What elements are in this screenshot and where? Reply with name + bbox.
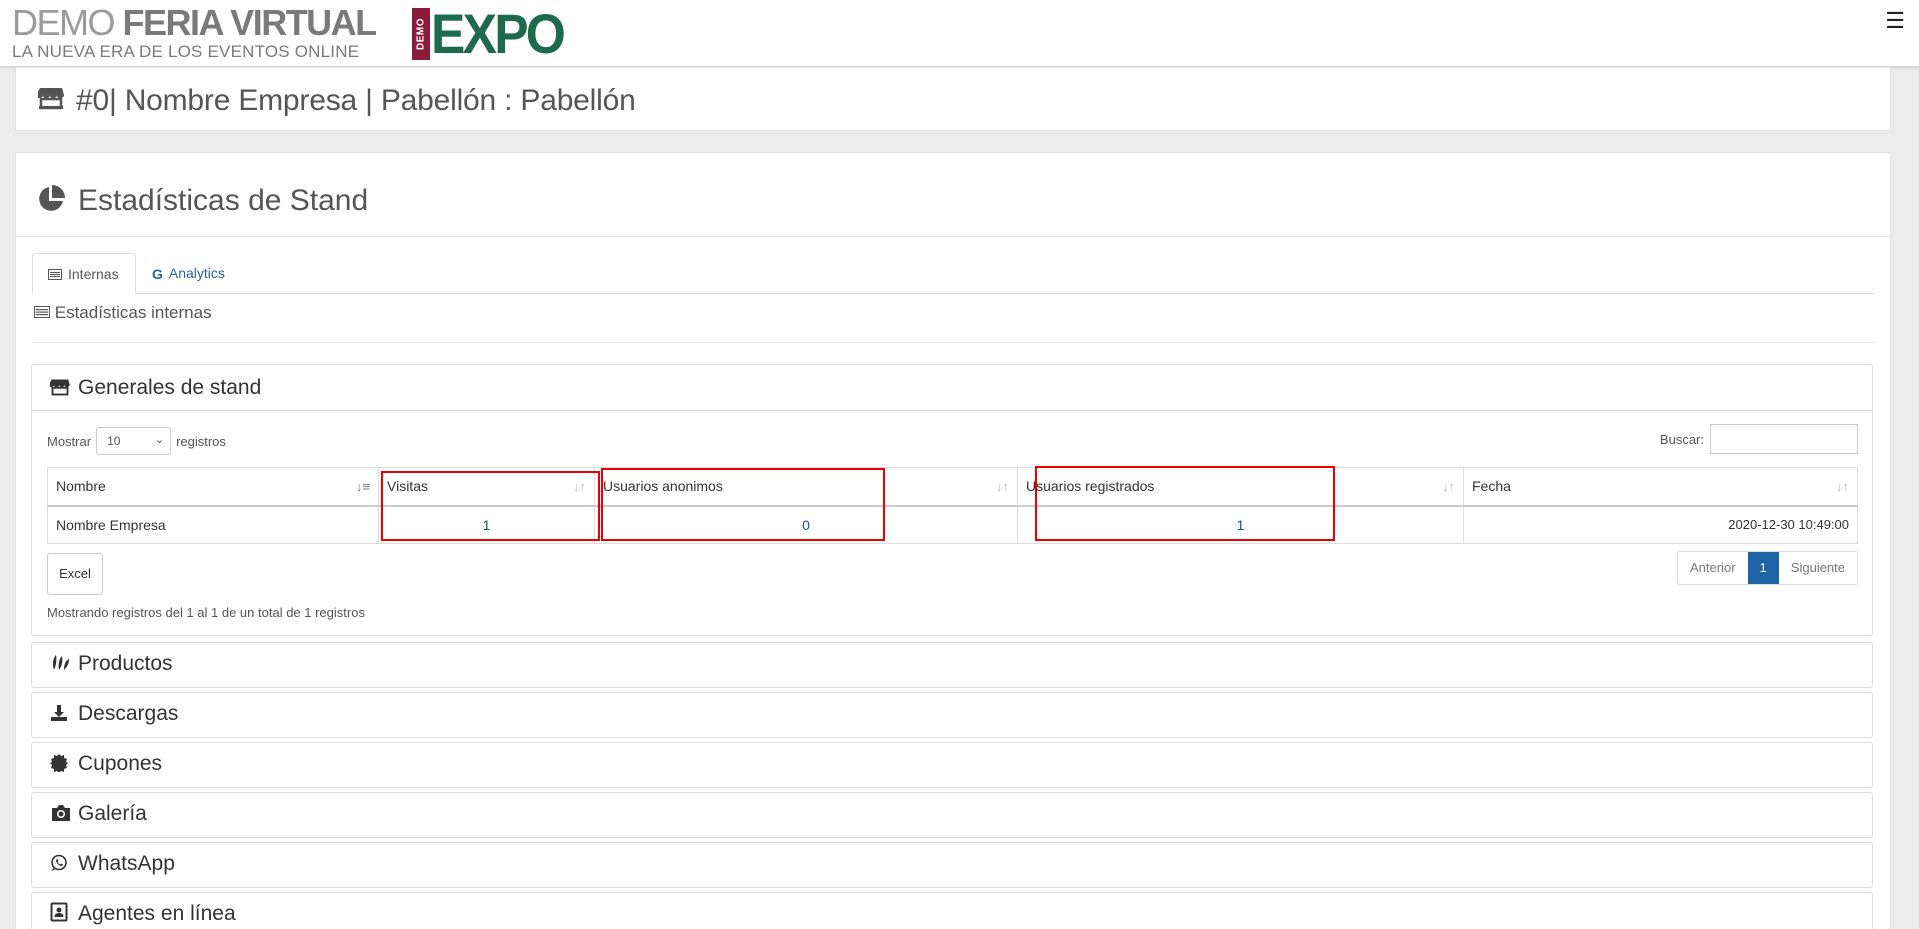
general-stats-table: Nombre ↓≡ Visitas ↓↑ Usuarios anonimos ↓…	[47, 467, 1858, 544]
section-descargas[interactable]: Descargas	[31, 692, 1873, 738]
section-galeria[interactable]: Galería	[31, 792, 1873, 838]
tab-analytics[interactable]: G Analytics	[137, 253, 240, 295]
column-label: Fecha	[1472, 478, 1511, 495]
cell-anonimos: 0	[594, 505, 1018, 544]
table-row: Nombre Empresa 1 0 1 2020-12-30 10:49:00	[47, 505, 1858, 544]
section-label: Productos	[78, 652, 173, 675]
chevron-down-icon: ⌄	[154, 434, 165, 446]
pagination-next[interactable]: Siguiente	[1779, 552, 1857, 584]
pagination-page-1[interactable]: 1	[1747, 552, 1779, 584]
column-header-fecha[interactable]: Fecha ↓↑	[1463, 467, 1858, 507]
google-icon: G	[152, 266, 163, 283]
section-header: Agentes en línea	[50, 902, 236, 928]
brand-bold-text: FERIA VIRTUAL	[122, 2, 378, 43]
leaf-icon	[50, 654, 72, 678]
column-label: Nombre	[56, 478, 106, 495]
column-header-nombre[interactable]: Nombre ↓≡	[47, 467, 379, 507]
section-header: Productos	[50, 652, 173, 678]
divider	[16, 236, 1890, 237]
sort-icon: ↓↑	[1836, 479, 1849, 494]
column-header-anonimos[interactable]: Usuarios anonimos ↓↑	[594, 467, 1018, 507]
sort-asc-icon: ↓≡	[355, 479, 370, 494]
page-length-control: Mostrar 10 ⌄ registros	[47, 427, 226, 455]
divider	[32, 342, 1874, 343]
stats-tabs: Internas G Analytics	[32, 253, 1874, 295]
column-label: Visitas	[387, 478, 428, 495]
sort-icon: ↓↑	[996, 479, 1009, 494]
pagination: Anterior 1 Siguiente	[1677, 551, 1858, 585]
show-suffix: registros	[176, 433, 226, 449]
search-control: Buscar:	[1660, 424, 1858, 454]
show-prefix: Mostrar	[47, 433, 92, 449]
tab-internas[interactable]: Internas	[32, 253, 136, 295]
section-whatsapp[interactable]: WhatsApp	[31, 842, 1873, 888]
section-productos[interactable]: Productos	[31, 642, 1873, 688]
brand-light-text: DEMO	[12, 2, 123, 43]
search-input[interactable]	[1710, 424, 1858, 454]
page-length-select[interactable]: 10 ⌄	[96, 427, 172, 455]
store-icon	[48, 378, 72, 402]
cell-fecha: 2020-12-30 10:49:00	[1463, 505, 1858, 544]
sort-icon: ↓↑	[1442, 479, 1455, 494]
section-agentes[interactable]: Agentes en línea	[31, 892, 1873, 929]
stats-title: Estadísticas de Stand	[78, 184, 369, 217]
cell-registrados: 1	[1017, 505, 1464, 544]
brand-tagline: LA NUEVA ERA DE LOS EVENTOS ONLINE	[12, 42, 360, 61]
cell-visitas: 1	[378, 505, 595, 544]
list-icon	[48, 255, 62, 295]
pie-chart-icon	[36, 184, 66, 219]
table-header-row: Nombre ↓≡ Visitas ↓↑ Usuarios anonimos ↓…	[47, 467, 1858, 507]
section-cupones[interactable]: Cupones	[31, 742, 1873, 788]
section-label: Cupones	[78, 752, 163, 775]
section-header: Descargas	[50, 702, 178, 728]
whatsapp-icon	[50, 854, 72, 878]
expo-logo-demo: DEMO	[412, 8, 430, 60]
top-bar: DEMO FERIA VIRTUAL LA NUEVA ERA DE LOS E…	[0, 0, 1919, 67]
camera-icon	[50, 804, 72, 828]
badge-icon	[50, 754, 72, 778]
column-label: Usuarios anonimos	[603, 478, 723, 495]
section-label: Agentes en línea	[78, 902, 236, 925]
general-stand-header[interactable]: Generales de stand	[48, 376, 262, 402]
pagination-prev[interactable]: Anterior	[1678, 552, 1748, 584]
sort-icon: ↓↑	[573, 479, 586, 494]
column-header-visitas[interactable]: Visitas ↓↑	[378, 467, 595, 507]
expo-logo: DEMO EXPO	[412, 2, 575, 65]
section-header: Cupones	[50, 752, 162, 778]
section-header: Galería	[50, 802, 147, 828]
general-stand-section: Generales de stand Mostrar 10 ⌄ registro…	[31, 364, 1873, 636]
stand-header-panel: #0| Nombre Empresa | Pabellón : Pabellón	[15, 67, 1891, 131]
column-label: Usuarios registrados	[1026, 478, 1155, 495]
tab-analytics-label: Analytics	[168, 265, 225, 281]
page-title: #0| Nombre Empresa | Pabellón : Pabellón	[76, 84, 636, 117]
section-label: Descargas	[78, 702, 179, 725]
divider	[32, 410, 1872, 411]
search-label: Buscar:	[1659, 431, 1704, 447]
download-icon	[50, 704, 72, 728]
store-icon	[36, 86, 64, 115]
section-header: WhatsApp	[50, 852, 175, 878]
tab-internas-label: Internas	[68, 266, 119, 282]
hamburger-icon[interactable]: ☰	[1885, 8, 1905, 34]
general-stand-title: Generales de stand	[78, 376, 262, 399]
excel-button[interactable]: Excel	[47, 553, 103, 595]
contact-card-icon	[50, 902, 72, 928]
expo-logo-text: EXPO	[431, 2, 566, 65]
cell-nombre: Nombre Empresa	[47, 505, 379, 544]
table-info: Mostrando registros del 1 al 1 de un tot…	[47, 605, 365, 620]
page-length-value: 10	[107, 434, 121, 448]
list-icon	[34, 303, 55, 322]
section-label: Galería	[78, 802, 147, 825]
brand-logo[interactable]: DEMO FERIA VIRTUAL LA NUEVA ERA DE LOS E…	[12, 2, 378, 62]
internal-stats-text: Estadísticas internas	[54, 303, 212, 322]
internal-stats-label: Estadísticas internas	[34, 303, 212, 323]
section-label: WhatsApp	[78, 852, 175, 875]
column-header-registrados[interactable]: Usuarios registrados ↓↑	[1017, 467, 1464, 507]
stats-panel: Estadísticas de Stand Internas G Analytic…	[15, 152, 1891, 929]
